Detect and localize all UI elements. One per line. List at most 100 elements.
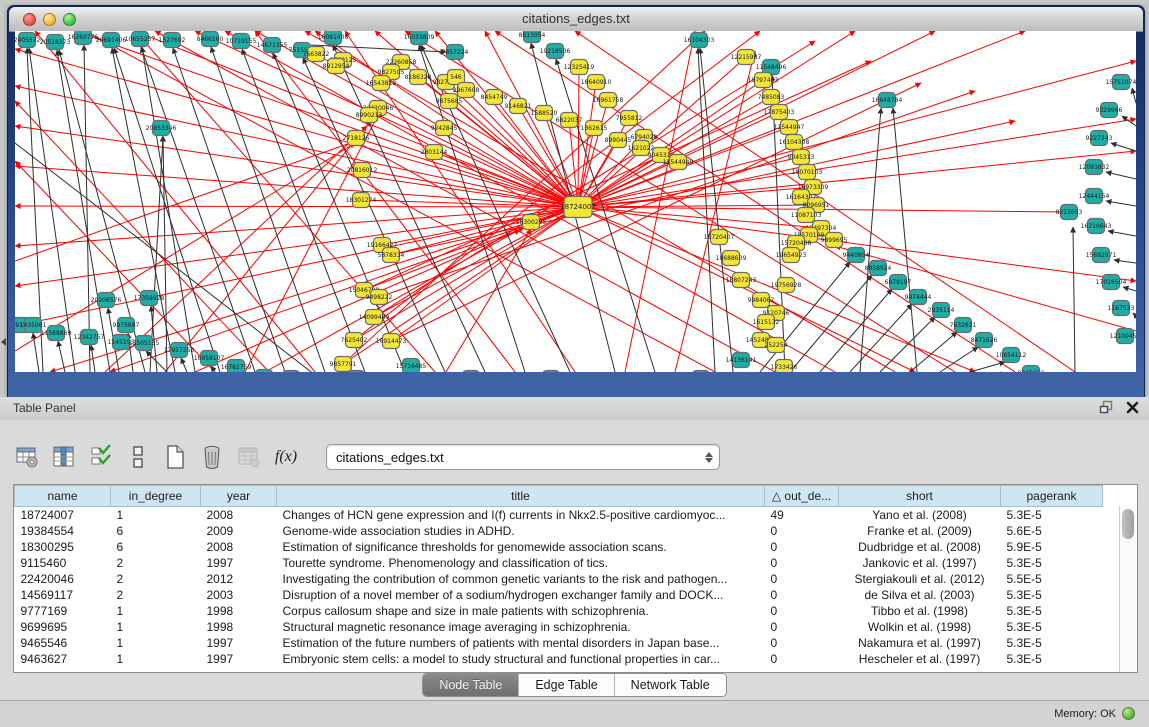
graph-node[interactable]: 16210643 <box>1081 219 1112 234</box>
table-cell[interactable]: 9699695 <box>15 619 111 635</box>
table-cell[interactable]: Estimation of the future numbers of pati… <box>277 635 765 651</box>
table-cell[interactable]: 2008 <box>201 507 277 524</box>
graph-node[interactable]: 8813054 <box>519 31 546 43</box>
row-options-button[interactable] <box>125 444 151 471</box>
table-cell[interactable]: 6 <box>111 539 201 555</box>
memory-status-indicator[interactable] <box>1122 707 1135 720</box>
column-header-short[interactable]: short <box>839 486 1001 507</box>
table-row[interactable]: 969969511998Structural magnetic resonanc… <box>15 619 1103 635</box>
table-cell[interactable]: 5.3E-5 <box>1001 555 1103 571</box>
table-row[interactable]: 946362711997Embryonic stem cells: a mode… <box>15 651 1103 667</box>
table-cell[interactable]: 2 <box>111 571 201 587</box>
table-cell[interactable]: Tourette syndrome. Phenomenology and cla… <box>277 555 765 571</box>
graph-node[interactable]: 2935114 <box>928 303 955 318</box>
graph-node[interactable]: 1167533 <box>1108 301 1135 316</box>
table-cell[interactable]: 2008 <box>201 539 277 555</box>
table-cell[interactable]: 1 <box>111 619 201 635</box>
table-cell[interactable]: Structural magnetic resonance image aver… <box>277 619 765 635</box>
table-cell[interactable]: 5.3E-5 <box>1001 635 1103 651</box>
table-cell[interactable]: 22420046 <box>15 571 111 587</box>
column-header-year[interactable]: year <box>201 486 277 507</box>
table-cell[interactable]: 1 <box>111 507 201 524</box>
table-cell[interactable]: Franke et al. (2009) <box>839 523 1001 539</box>
network-window-titlebar[interactable]: citations_edges.txt <box>9 7 1143 32</box>
graph-node[interactable]: 12444154 <box>1079 189 1110 204</box>
graph-node[interactable]: 12093832 <box>1079 160 1110 175</box>
tab-node-table[interactable]: Node Table <box>423 674 519 696</box>
table-cell[interactable]: 1997 <box>201 651 277 667</box>
table-cell[interactable]: Investigating the contribution of common… <box>277 571 765 587</box>
table-row[interactable]: 1872400712008Changes of HCN gene express… <box>15 507 1103 524</box>
graph-node[interactable]: 18640910 <box>581 75 612 90</box>
float-panel-icon[interactable] <box>1099 400 1114 419</box>
import-table-disabled-button[interactable] <box>236 444 262 471</box>
column-selection-button[interactable] <box>51 444 77 471</box>
table-cell[interactable]: 49 <box>765 507 839 524</box>
graph-node[interactable]: 9856121 <box>278 371 305 373</box>
graph-node[interactable]: 1733426 <box>771 360 798 373</box>
graph-node[interactable]: 12923468 <box>249 370 280 373</box>
graph-node[interactable]: 10688609 <box>716 251 747 266</box>
table-cell[interactable]: 5.3E-5 <box>1001 587 1103 603</box>
graph-node[interactable]: 2803144 <box>421 145 448 160</box>
graph-node[interactable]: 16961758 <box>593 93 624 108</box>
select-columns-list-button[interactable] <box>88 444 114 471</box>
table-row[interactable]: 1938455462009Genome-wide association stu… <box>15 523 1103 539</box>
table-cell[interactable]: 9463627 <box>15 651 111 667</box>
table-cell[interactable]: 2 <box>111 555 201 571</box>
table-cell[interactable]: 9115460 <box>15 555 111 571</box>
graph-node[interactable]: 14136141 <box>726 353 757 368</box>
table-cell[interactable]: 0 <box>765 571 839 587</box>
graph-node[interactable]: 9227343 <box>1086 131 1113 146</box>
table-cell[interactable]: 0 <box>765 651 839 667</box>
table-cell[interactable]: Stergiakouli et al. (2012) <box>839 571 1001 587</box>
table-row[interactable]: 2242004622012Investigating the contribut… <box>15 571 1103 587</box>
table-cell[interactable]: 1997 <box>201 635 277 651</box>
graph-node[interactable]: 19756928 <box>771 278 802 293</box>
table-row[interactable]: 1456911722003Disruption of a novel membe… <box>15 587 1103 603</box>
graph-node[interactable]: 9975887 <box>113 318 140 333</box>
table-cell[interactable]: de Silva et al. (2003) <box>839 587 1001 603</box>
column-header-title[interactable]: title <box>277 486 765 507</box>
graph-node[interactable]: 12215987 <box>731 50 762 65</box>
table-row[interactable]: 977716911998Corpus callosum shape and si… <box>15 603 1103 619</box>
graph-node[interactable]: 20853346 <box>146 121 177 136</box>
table-cell[interactable]: 1 <box>111 603 201 619</box>
column-header-out_de[interactable]: △ out_de... <box>765 486 839 507</box>
table-cell[interactable]: 18300295 <box>15 539 111 555</box>
graph-node[interactable]: 20518373 <box>40 35 71 50</box>
delete-table-button[interactable] <box>199 444 225 471</box>
graph-node[interactable]: 12100453 <box>1110 329 1136 344</box>
graph-node[interactable]: 15751074 <box>1106 75 1136 90</box>
tab-edge-table[interactable]: Edge Table <box>519 674 614 696</box>
table-cell[interactable]: Tibbo et al. (1998) <box>839 603 1001 619</box>
table-cell[interactable]: Genome-wide association studies in ADHD. <box>277 523 765 539</box>
graph-node[interactable]: 7857224 <box>442 45 469 60</box>
table-cell[interactable]: 5.5E-5 <box>1001 571 1103 587</box>
graph-node[interactable]: 1362615 <box>581 121 608 136</box>
table-cell[interactable]: Embryonic stem cells: a model to study s… <box>277 651 765 667</box>
table-cell[interactable]: Hescheler et al. (1997) <box>839 651 1001 667</box>
graph-node[interactable]: 18807243 <box>726 273 757 288</box>
table-scrollbar[interactable] <box>1119 506 1137 672</box>
graph-node[interactable]: 16782759 <box>221 360 252 373</box>
table-header-row[interactable]: namein_degreeyeartitle△ out_de...shortpa… <box>15 486 1103 507</box>
column-header-name[interactable]: name <box>15 486 111 507</box>
table-cell[interactable]: 1998 <box>201 603 277 619</box>
table-cell[interactable]: Dudbridge et al. (2008) <box>839 539 1001 555</box>
table-scrollbar-thumb[interactable] <box>1122 509 1134 539</box>
graph-node[interactable]: 18724007 <box>560 197 596 218</box>
graph-node[interactable]: 16104303 <box>684 33 715 48</box>
table-cell[interactable]: 5.3E-5 <box>1001 507 1103 524</box>
table-cell[interactable]: 18724007 <box>15 507 111 524</box>
graph-node[interactable]: 8466113 <box>538 371 565 373</box>
table-cell[interactable]: 19384554 <box>15 523 111 539</box>
graph-node[interactable]: 252254 <box>765 338 788 353</box>
node-table-grid[interactable]: namein_degreeyeartitle△ out_de...shortpa… <box>14 485 1103 667</box>
column-header-in_degree[interactable]: in_degree <box>111 486 201 507</box>
table-settings-button[interactable] <box>14 444 40 471</box>
table-cell[interactable]: 0 <box>765 635 839 651</box>
table-cell[interactable]: 5.3E-5 <box>1001 651 1103 667</box>
column-header-pagerank[interactable]: pagerank <box>1001 486 1103 507</box>
table-row[interactable]: 911546021997Tourette syndrome. Phenomeno… <box>15 555 1103 571</box>
